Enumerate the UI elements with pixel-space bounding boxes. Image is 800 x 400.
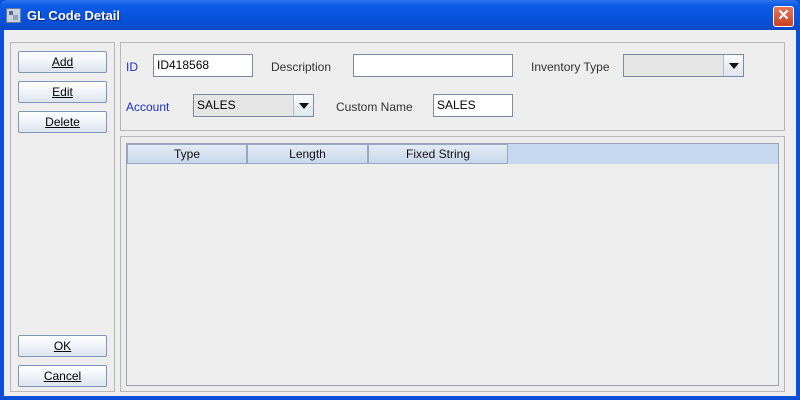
column-header-type[interactable]: Type: [127, 144, 247, 164]
dialog-window: GL Code Detail ✕ Add Edit Delete OK Canc…: [0, 0, 800, 400]
button-panel: Add Edit Delete OK Cancel: [10, 42, 115, 392]
fields-table[interactable]: Type Length Fixed String: [126, 143, 779, 386]
cancel-button[interactable]: Cancel: [18, 365, 107, 387]
table-header: Type Length Fixed String: [127, 144, 778, 164]
description-field[interactable]: [353, 54, 513, 77]
id-field[interactable]: ID418568: [153, 54, 253, 77]
table-panel: Type Length Fixed String: [120, 136, 785, 392]
inventory-type-select[interactable]: [623, 54, 744, 77]
column-header-length[interactable]: Length: [247, 144, 368, 164]
dropdown-arrow-icon[interactable]: [723, 55, 743, 76]
account-value: SALES: [197, 98, 236, 112]
custom-name-field[interactable]: SALES: [433, 94, 513, 117]
dropdown-arrow-icon[interactable]: [293, 95, 313, 116]
window-title: GL Code Detail: [27, 8, 120, 23]
app-icon: [6, 8, 21, 23]
title-bar[interactable]: GL Code Detail ✕: [0, 0, 800, 30]
close-button[interactable]: ✕: [773, 6, 794, 27]
description-label: Description: [271, 60, 332, 74]
account-select[interactable]: SALES: [193, 94, 314, 117]
inventory-type-label: Inventory Type: [531, 60, 610, 74]
account-label: Account: [126, 100, 170, 114]
form-panel: ID ID418568 Description Inventory Type A…: [120, 42, 785, 131]
add-button[interactable]: Add: [18, 51, 107, 73]
id-label: ID: [126, 60, 138, 74]
custom-name-label: Custom Name: [336, 100, 413, 114]
ok-button[interactable]: OK: [18, 335, 107, 357]
edit-button[interactable]: Edit: [18, 81, 107, 103]
delete-button[interactable]: Delete: [18, 111, 107, 133]
column-header-fixed-string[interactable]: Fixed String: [368, 144, 508, 164]
dialog-content: Add Edit Delete OK Cancel ID ID418568 De…: [4, 30, 796, 396]
close-icon: ✕: [777, 7, 790, 24]
